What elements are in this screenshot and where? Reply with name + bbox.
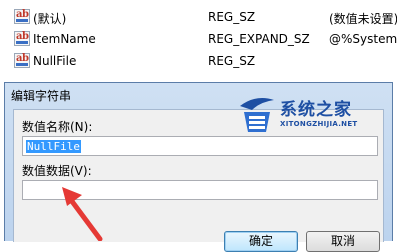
value-type: REG_SZ [208,10,256,24]
string-value-icon: ab [14,53,30,68]
watermark-text: 系统之家 [280,100,352,120]
string-value-icon: ab [14,31,30,46]
ok-button[interactable]: 确定 [224,231,298,252]
value-name: (默认) [33,12,67,26]
registry-value-list: ab (默认) REG_SZ (数值未设置) ab ItemName REG_E… [0,0,397,80]
cancel-button[interactable]: 取消 [306,231,380,252]
value-name-label: 数值名称(N): [22,120,93,134]
value-type: REG_EXPAND_SZ [208,32,310,46]
value-type: REG_SZ [208,54,256,68]
value-data: @%SystemR [329,32,397,46]
red-arrow-icon [62,187,103,241]
value-name: ItemName [33,32,96,46]
registry-row-nullfile[interactable]: ab NullFile REG_SZ [0,51,397,71]
dialog-title: 编辑字符串 [11,89,72,103]
value-data: (数值未设置) [329,12,397,26]
value-name: NullFile [33,54,77,68]
value-data-label: 数值数据(V): [22,164,92,178]
registry-row-default[interactable]: ab (默认) REG_SZ (数值未设置) [0,7,397,27]
registry-row-itemname[interactable]: ab ItemName REG_EXPAND_SZ @%SystemR [0,29,397,49]
watermark-logo-icon [240,98,274,132]
value-name-text: NullFile [26,140,81,153]
string-value-icon: ab [14,9,30,24]
watermark-url: XITONGZHIJIA.NET [280,120,358,128]
watermark: 系统之家 XITONGZHIJIA.NET [236,92,386,140]
